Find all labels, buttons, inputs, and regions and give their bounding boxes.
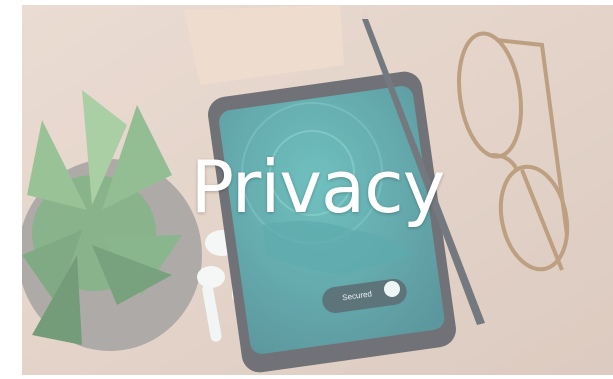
- hero-title: Privacy: [190, 145, 446, 229]
- hero-image-frame: Secured Privacy: [22, 5, 613, 375]
